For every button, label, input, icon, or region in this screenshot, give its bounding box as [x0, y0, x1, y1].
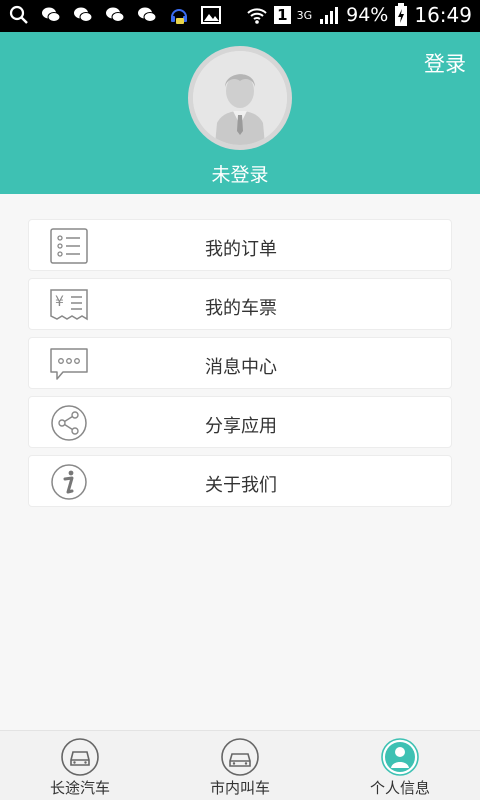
image-icon — [201, 6, 221, 24]
profile-header: 登录 未登录 — [0, 32, 480, 194]
system-icons: 1 3G 94% 16:49 — [246, 3, 472, 27]
menu-item-messages[interactable]: 消息中心 — [28, 337, 452, 389]
tab-label: 市内叫车 — [209, 779, 270, 797]
menu-item-share[interactable]: 分享应用 — [28, 396, 452, 448]
profile-menu: 我的订单 ¥ 我的车票 消息中心 分享应用 关于我们 — [28, 219, 452, 514]
tab-label: 个人信息 — [369, 779, 430, 797]
wechat-icon — [42, 7, 61, 22]
menu-item-orders[interactable]: 我的订单 — [28, 219, 452, 271]
person-icon — [381, 738, 419, 776]
menu-item-label: 我的车票 — [205, 298, 277, 319]
wechat-icon — [138, 7, 157, 22]
tab-long-distance-bus[interactable]: 长途汽车 — [0, 731, 160, 800]
sim-indicator: 1 — [274, 6, 291, 24]
clock: 16:49 — [414, 3, 472, 27]
search-icon — [9, 5, 28, 24]
tab-city-taxi[interactable]: 市内叫车 — [160, 731, 320, 800]
tab-personal-info[interactable]: 个人信息 — [320, 731, 480, 800]
battery-percent: 94% — [346, 4, 389, 26]
wifi-icon — [247, 8, 267, 24]
notification-icons — [8, 4, 222, 26]
car-icon — [221, 738, 259, 776]
signal-icon — [320, 7, 339, 24]
battery-charging-icon — [395, 3, 408, 26]
menu-item-label: 分享应用 — [205, 416, 277, 437]
menu-item-tickets[interactable]: ¥ 我的车票 — [28, 278, 452, 330]
wechat-icon — [74, 7, 93, 22]
menu-item-label: 我的订单 — [205, 239, 277, 260]
username-label: 未登录 — [211, 164, 269, 186]
menu-item-label: 消息中心 — [205, 357, 277, 378]
login-button[interactable]: 登录 — [424, 48, 466, 78]
default-user-icon — [193, 51, 287, 145]
headset-icon — [171, 9, 187, 24]
menu-item-about[interactable]: 关于我们 — [28, 455, 452, 507]
tab-label: 长途汽车 — [49, 779, 110, 797]
wechat-icon — [106, 7, 125, 22]
bottom-nav: 长途汽车 市内叫车 个人信息 — [0, 730, 480, 800]
bus-icon — [61, 738, 99, 776]
status-bar: 1 3G 94% 16:49 — [0, 0, 480, 32]
avatar[interactable] — [188, 46, 292, 150]
network-type: 3G — [296, 8, 313, 22]
menu-item-label: 关于我们 — [205, 475, 277, 496]
